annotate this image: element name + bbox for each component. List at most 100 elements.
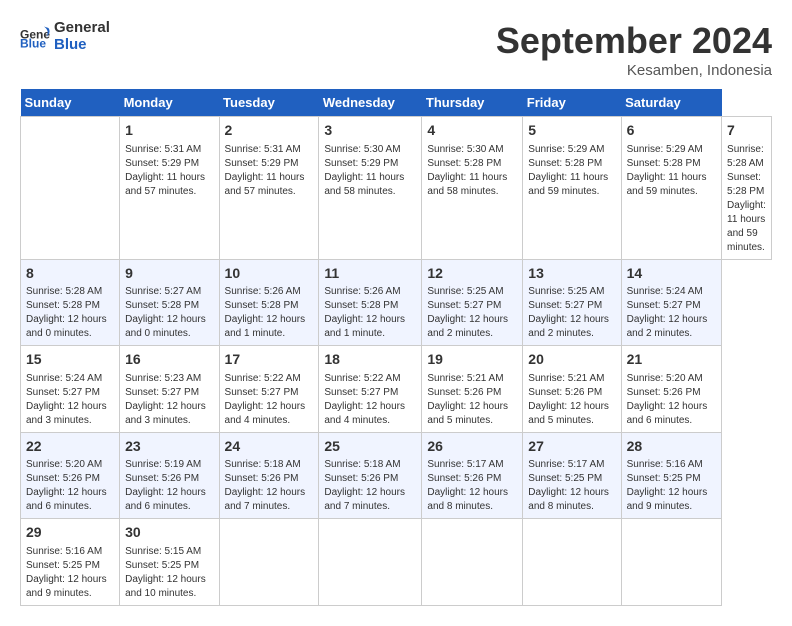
svg-text:Blue: Blue: [20, 36, 46, 49]
calendar-cell: 20Sunrise: 5:21 AM Sunset: 5:26 PM Dayli…: [523, 346, 621, 433]
calendar-cell: 12Sunrise: 5:25 AM Sunset: 5:27 PM Dayli…: [422, 259, 523, 346]
calendar-cell: 24Sunrise: 5:18 AM Sunset: 5:26 PM Dayli…: [219, 432, 319, 519]
day-info: Sunrise: 5:26 AM Sunset: 5:28 PM Dayligh…: [324, 285, 416, 341]
calendar-week-4: 29Sunrise: 5:16 AM Sunset: 5:25 PM Dayli…: [21, 519, 772, 606]
day-number: 19: [427, 350, 517, 370]
day-info: Sunrise: 5:25 AM Sunset: 5:27 PM Dayligh…: [427, 285, 517, 341]
day-number: 27: [528, 437, 615, 457]
calendar-week-3: 22Sunrise: 5:20 AM Sunset: 5:26 PM Dayli…: [21, 432, 772, 519]
col-header-friday: Friday: [523, 89, 621, 117]
day-number: 25: [324, 437, 416, 457]
title-block: September 2024 Kesamben, Indonesia: [496, 20, 772, 79]
day-number: 30: [125, 523, 213, 543]
day-number: 17: [225, 350, 314, 370]
day-number: 18: [324, 350, 416, 370]
day-number: 10: [225, 264, 314, 284]
calendar-cell: 7Sunrise: 5:28 AM Sunset: 5:28 PM Daylig…: [722, 117, 772, 260]
calendar-cell: 11Sunrise: 5:26 AM Sunset: 5:28 PM Dayli…: [319, 259, 422, 346]
calendar-cell: 4Sunrise: 5:30 AM Sunset: 5:28 PM Daylig…: [422, 117, 523, 260]
day-info: Sunrise: 5:16 AM Sunset: 5:25 PM Dayligh…: [627, 458, 716, 514]
calendar-cell: 18Sunrise: 5:22 AM Sunset: 5:27 PM Dayli…: [319, 346, 422, 433]
col-header-saturday: Saturday: [621, 89, 721, 117]
calendar-cell: 21Sunrise: 5:20 AM Sunset: 5:26 PM Dayli…: [621, 346, 721, 433]
day-number: 24: [225, 437, 314, 457]
location-subtitle: Kesamben, Indonesia: [496, 62, 772, 79]
calendar-cell: 1Sunrise: 5:31 AM Sunset: 5:29 PM Daylig…: [120, 117, 219, 260]
calendar-table: SundayMondayTuesdayWednesdayThursdayFrid…: [20, 89, 772, 606]
col-header-tuesday: Tuesday: [219, 89, 319, 117]
day-info: Sunrise: 5:26 AM Sunset: 5:28 PM Dayligh…: [225, 285, 314, 341]
calendar-cell: 16Sunrise: 5:23 AM Sunset: 5:27 PM Dayli…: [120, 346, 219, 433]
calendar-cell: 13Sunrise: 5:25 AM Sunset: 5:27 PM Dayli…: [523, 259, 621, 346]
calendar-cell: 23Sunrise: 5:19 AM Sunset: 5:26 PM Dayli…: [120, 432, 219, 519]
day-info: Sunrise: 5:29 AM Sunset: 5:28 PM Dayligh…: [627, 143, 716, 199]
day-info: Sunrise: 5:22 AM Sunset: 5:27 PM Dayligh…: [324, 372, 416, 428]
calendar-body: 1Sunrise: 5:31 AM Sunset: 5:29 PM Daylig…: [21, 117, 772, 606]
day-number: 1: [125, 121, 213, 141]
col-header-thursday: Thursday: [422, 89, 523, 117]
calendar-cell: 19Sunrise: 5:21 AM Sunset: 5:26 PM Dayli…: [422, 346, 523, 433]
calendar-cell: 2Sunrise: 5:31 AM Sunset: 5:29 PM Daylig…: [219, 117, 319, 260]
day-info: Sunrise: 5:20 AM Sunset: 5:26 PM Dayligh…: [26, 458, 114, 514]
day-info: Sunrise: 5:17 AM Sunset: 5:25 PM Dayligh…: [528, 458, 615, 514]
day-info: Sunrise: 5:31 AM Sunset: 5:29 PM Dayligh…: [125, 143, 213, 199]
day-number: 21: [627, 350, 716, 370]
calendar-cell: 10Sunrise: 5:26 AM Sunset: 5:28 PM Dayli…: [219, 259, 319, 346]
calendar-cell: 25Sunrise: 5:18 AM Sunset: 5:26 PM Dayli…: [319, 432, 422, 519]
calendar-cell: 28Sunrise: 5:16 AM Sunset: 5:25 PM Dayli…: [621, 432, 721, 519]
day-info: Sunrise: 5:24 AM Sunset: 5:27 PM Dayligh…: [627, 285, 716, 341]
calendar-cell: 14Sunrise: 5:24 AM Sunset: 5:27 PM Dayli…: [621, 259, 721, 346]
logo-icon: General Blue: [20, 25, 50, 49]
calendar-cell: 9Sunrise: 5:27 AM Sunset: 5:28 PM Daylig…: [120, 259, 219, 346]
calendar-header-row: SundayMondayTuesdayWednesdayThursdayFrid…: [21, 89, 772, 117]
day-number: 15: [26, 350, 114, 370]
day-info: Sunrise: 5:25 AM Sunset: 5:27 PM Dayligh…: [528, 285, 615, 341]
calendar-cell: 22Sunrise: 5:20 AM Sunset: 5:26 PM Dayli…: [21, 432, 120, 519]
page-header: General Blue General Blue September 2024…: [20, 20, 772, 79]
day-number: 3: [324, 121, 416, 141]
day-number: 14: [627, 264, 716, 284]
day-info: Sunrise: 5:27 AM Sunset: 5:28 PM Dayligh…: [125, 285, 213, 341]
day-info: Sunrise: 5:30 AM Sunset: 5:29 PM Dayligh…: [324, 143, 416, 199]
col-header-wednesday: Wednesday: [319, 89, 422, 117]
calendar-cell: 30Sunrise: 5:15 AM Sunset: 5:25 PM Dayli…: [120, 519, 219, 606]
calendar-week-0: 1Sunrise: 5:31 AM Sunset: 5:29 PM Daylig…: [21, 117, 772, 260]
day-info: Sunrise: 5:28 AM Sunset: 5:28 PM Dayligh…: [727, 143, 766, 255]
day-number: 23: [125, 437, 213, 457]
day-info: Sunrise: 5:24 AM Sunset: 5:27 PM Dayligh…: [26, 372, 114, 428]
day-info: Sunrise: 5:29 AM Sunset: 5:28 PM Dayligh…: [528, 143, 615, 199]
day-number: 9: [125, 264, 213, 284]
calendar-cell: [319, 519, 422, 606]
calendar-week-2: 15Sunrise: 5:24 AM Sunset: 5:27 PM Dayli…: [21, 346, 772, 433]
calendar-cell: 26Sunrise: 5:17 AM Sunset: 5:26 PM Dayli…: [422, 432, 523, 519]
calendar-cell: 3Sunrise: 5:30 AM Sunset: 5:29 PM Daylig…: [319, 117, 422, 260]
calendar-cell: [621, 519, 721, 606]
calendar-cell: 29Sunrise: 5:16 AM Sunset: 5:25 PM Dayli…: [21, 519, 120, 606]
day-number: 29: [26, 523, 114, 543]
day-info: Sunrise: 5:23 AM Sunset: 5:27 PM Dayligh…: [125, 372, 213, 428]
col-header-monday: Monday: [120, 89, 219, 117]
logo-general: General: [54, 19, 110, 36]
day-number: 11: [324, 264, 416, 284]
day-info: Sunrise: 5:21 AM Sunset: 5:26 PM Dayligh…: [528, 372, 615, 428]
calendar-cell: 15Sunrise: 5:24 AM Sunset: 5:27 PM Dayli…: [21, 346, 120, 433]
month-title: September 2024: [496, 20, 772, 62]
day-number: 16: [125, 350, 213, 370]
day-info: Sunrise: 5:17 AM Sunset: 5:26 PM Dayligh…: [427, 458, 517, 514]
calendar-cell: [523, 519, 621, 606]
day-number: 8: [26, 264, 114, 284]
day-info: Sunrise: 5:21 AM Sunset: 5:26 PM Dayligh…: [427, 372, 517, 428]
day-info: Sunrise: 5:30 AM Sunset: 5:28 PM Dayligh…: [427, 143, 517, 199]
calendar-cell: [21, 117, 120, 260]
day-number: 12: [427, 264, 517, 284]
day-info: Sunrise: 5:15 AM Sunset: 5:25 PM Dayligh…: [125, 545, 213, 601]
day-number: 5: [528, 121, 615, 141]
day-info: Sunrise: 5:31 AM Sunset: 5:29 PM Dayligh…: [225, 143, 314, 199]
day-info: Sunrise: 5:18 AM Sunset: 5:26 PM Dayligh…: [225, 458, 314, 514]
day-number: 20: [528, 350, 615, 370]
day-number: 6: [627, 121, 716, 141]
day-number: 4: [427, 121, 517, 141]
day-info: Sunrise: 5:28 AM Sunset: 5:28 PM Dayligh…: [26, 285, 114, 341]
day-number: 13: [528, 264, 615, 284]
day-number: 28: [627, 437, 716, 457]
